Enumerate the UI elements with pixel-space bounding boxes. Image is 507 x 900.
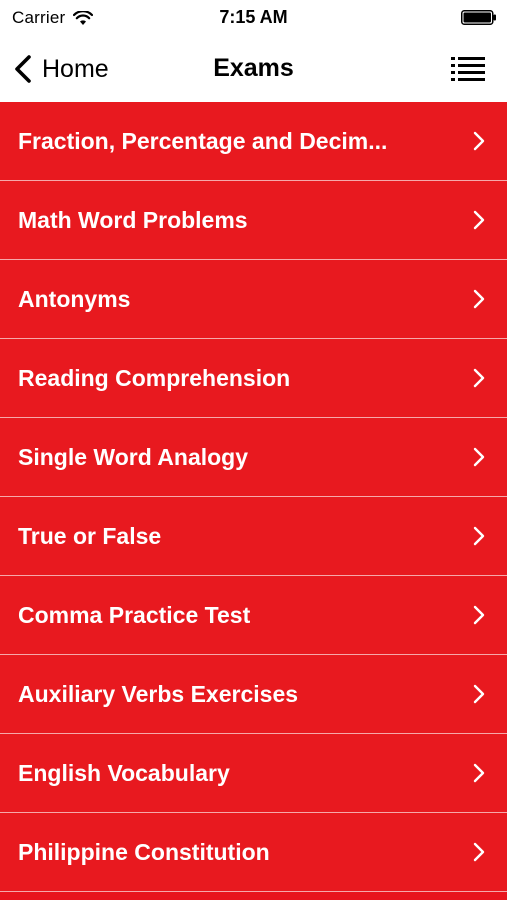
list-item[interactable]: True or False — [0, 497, 507, 576]
exams-screen: Carrier 7:15 AM Home Exams Fraction, Per… — [0, 0, 507, 900]
navigation-bar: Home Exams — [0, 36, 507, 102]
chevron-right-icon — [473, 131, 485, 151]
page-title: Exams — [213, 54, 294, 82]
chevron-right-icon — [473, 842, 485, 862]
list-item[interactable]: English Vocabulary — [0, 734, 507, 813]
list-item[interactable]: Reading Comprehension — [0, 339, 507, 418]
list-item[interactable]: Single Word Analogy — [0, 418, 507, 497]
list-item-label: Reading Comprehension — [18, 364, 291, 391]
chevron-right-icon — [473, 605, 485, 625]
chevron-right-icon — [473, 684, 485, 704]
chevron-right-icon — [473, 289, 485, 309]
list-item[interactable]: Math Word Problems — [0, 181, 507, 260]
status-bar: Carrier 7:15 AM — [0, 0, 507, 36]
list-item[interactable]: Antonyms — [0, 260, 507, 339]
status-time: 7:15 AM — [219, 7, 288, 27]
list-item[interactable]: Comma Practice Test — [0, 576, 507, 655]
list-item-label: Math Word Problems — [18, 206, 248, 233]
chevron-right-icon — [473, 526, 485, 546]
list-item-label: Antonyms — [18, 285, 131, 312]
list-item-label: English Vocabulary — [18, 759, 230, 786]
list-icon[interactable] — [451, 56, 485, 82]
list-item[interactable]: Auxiliary Verbs Exercises — [0, 655, 507, 734]
exams-list: Fraction, Percentage and Decim... Math W… — [0, 102, 507, 900]
list-item[interactable]: Philippine Constitution — [0, 813, 507, 892]
battery-icon — [461, 10, 496, 25]
chevron-right-icon — [473, 368, 485, 388]
list-item-label: Single Word Analogy — [18, 443, 249, 470]
list-item[interactable]: Fraction, Percentage and Decim... — [0, 102, 507, 181]
list-item-label: Fraction, Percentage and Decim... — [18, 127, 388, 154]
list-item-label: Comma Practice Test — [18, 601, 251, 628]
chevron-right-icon — [473, 447, 485, 467]
list-item-label: Philippine Constitution — [18, 838, 270, 865]
list-item-label: True or False — [18, 522, 162, 549]
chevron-right-icon — [473, 210, 485, 230]
chevron-right-icon — [473, 763, 485, 783]
list-item-label: Auxiliary Verbs Exercises — [18, 680, 299, 707]
